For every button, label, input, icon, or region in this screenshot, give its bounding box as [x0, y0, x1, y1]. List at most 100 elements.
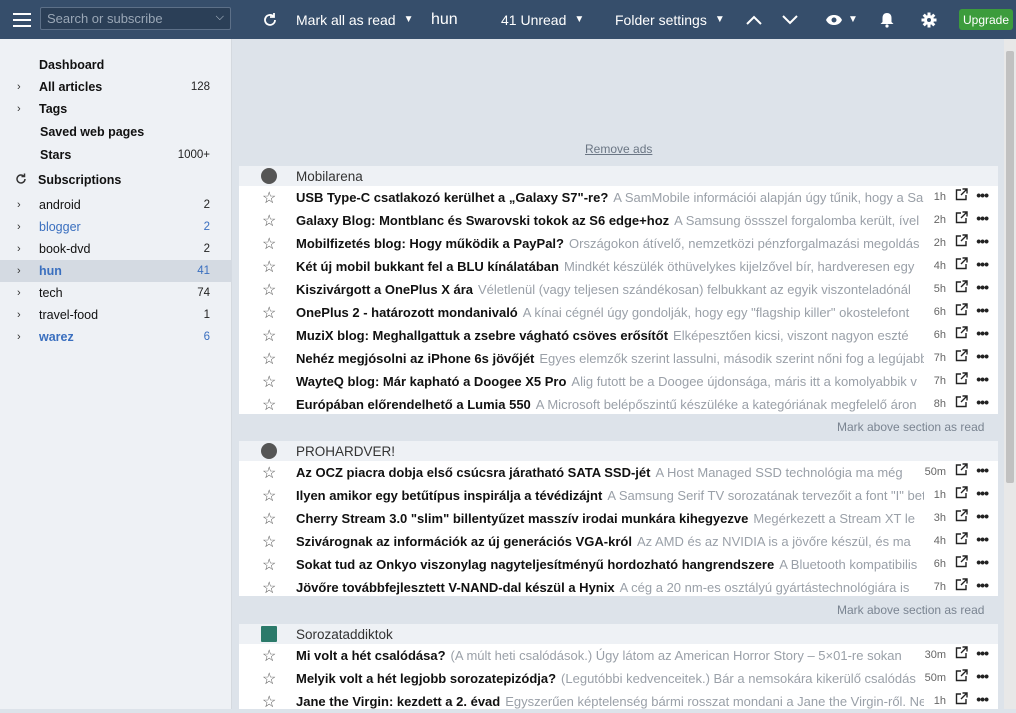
more-options-icon[interactable]: ••• [976, 691, 989, 707]
more-options-icon[interactable]: ••• [976, 394, 989, 410]
more-options-icon[interactable]: ••• [976, 508, 989, 524]
article-row[interactable]: ☆ Mobilfizetés blog: Hogy működik a PayPa… [239, 232, 998, 255]
external-link-icon[interactable] [955, 234, 968, 250]
sidebar-subscriptions-header[interactable]: Subscriptions [0, 169, 232, 191]
mark-section-read-link[interactable]: Mark above section as read [837, 420, 984, 434]
star-icon[interactable]: ☆ [262, 372, 276, 392]
external-link-icon[interactable] [955, 669, 968, 685]
sidebar-item-saved-web-pages[interactable]: Saved web pages [0, 121, 232, 143]
chevron-right-icon[interactable]: › [17, 331, 27, 343]
external-link-icon[interactable] [955, 509, 968, 525]
feed-section-header[interactable]: PROHARDVER! [239, 441, 998, 461]
more-options-icon[interactable]: ••• [976, 485, 989, 501]
chevron-up-icon[interactable] [746, 0, 762, 39]
more-options-icon[interactable]: ••• [976, 577, 989, 593]
chevron-right-icon[interactable]: › [17, 221, 27, 233]
external-link-icon[interactable] [955, 188, 968, 204]
bell-icon[interactable] [880, 0, 894, 39]
star-icon[interactable]: ☆ [262, 463, 276, 483]
chevron-right-icon[interactable]: › [17, 103, 27, 115]
article-row[interactable]: ☆ Európában előrendelhető a Lumia 550 A Mi… [239, 393, 998, 416]
article-row[interactable]: ☆ Jane the Virgin: kezdett a 2. évad Egysz… [239, 690, 998, 713]
article-row[interactable]: ☆ WayteQ blog: Már kapható a Doogee X5 Pr… [239, 370, 998, 393]
chevron-right-icon[interactable]: › [17, 265, 27, 277]
refresh-icon[interactable] [15, 173, 26, 188]
more-options-icon[interactable]: ••• [976, 554, 989, 570]
remove-ads-link[interactable]: Remove ads [585, 142, 652, 156]
more-options-icon[interactable]: ••• [976, 462, 989, 478]
external-link-icon[interactable] [955, 646, 968, 662]
view-mode-button[interactable]: ▼ [825, 0, 858, 39]
more-options-icon[interactable]: ••• [976, 371, 989, 387]
chevron-right-icon[interactable]: › [17, 199, 27, 211]
external-link-icon[interactable] [955, 395, 968, 411]
external-link-icon[interactable] [955, 349, 968, 365]
star-icon[interactable]: ☆ [262, 349, 276, 369]
external-link-icon[interactable] [955, 257, 968, 273]
sidebar-item-travel-food[interactable]: › travel-food 1 [0, 304, 232, 326]
sidebar-item-all-articles[interactable]: › All articles 128 [0, 76, 232, 98]
article-row[interactable]: ☆ Galaxy Blog: Montblanc és Swarovski tok… [239, 209, 998, 232]
scrollbar[interactable] [1004, 39, 1016, 709]
sidebar-item-tech[interactable]: › tech 74 [0, 282, 232, 304]
more-options-icon[interactable]: ••• [976, 302, 989, 318]
star-icon[interactable]: ☆ [262, 211, 276, 231]
article-row[interactable]: ☆ Jövőre továbbfejlesztett V-NAND-dal kés… [239, 576, 998, 599]
external-link-icon[interactable] [955, 372, 968, 388]
more-options-icon[interactable]: ••• [976, 279, 989, 295]
more-options-icon[interactable]: ••• [976, 325, 989, 341]
external-link-icon[interactable] [955, 555, 968, 571]
sidebar-item-warez[interactable]: › warez 6 [0, 326, 232, 348]
star-icon[interactable]: ☆ [262, 303, 276, 323]
unread-filter-button[interactable]: 41 Unread ▼ [501, 0, 584, 39]
chevron-right-icon[interactable]: › [17, 81, 27, 93]
refresh-icon[interactable] [262, 0, 278, 39]
sidebar-item-hun[interactable]: › hun 41 [0, 260, 232, 282]
star-icon[interactable]: ☆ [262, 669, 276, 689]
upgrade-button[interactable]: Upgrade [959, 9, 1013, 30]
article-row[interactable]: ☆ MuziX blog: Meghallgattuk a zsebre vágh… [239, 324, 998, 347]
scrollbar-thumb[interactable] [1006, 51, 1014, 483]
star-icon[interactable]: ☆ [262, 509, 276, 529]
article-row[interactable]: ☆ Nehéz megjósolni az iPhone 6s jövőjét Eg… [239, 347, 998, 370]
more-options-icon[interactable]: ••• [976, 348, 989, 364]
search-input[interactable] [41, 8, 211, 29]
star-icon[interactable]: ☆ [262, 395, 276, 415]
sidebar-item-dashboard[interactable]: Dashboard [0, 54, 232, 76]
sidebar-item-tags[interactable]: › Tags [0, 98, 232, 120]
mark-section-read-link[interactable]: Mark above section as read [837, 603, 984, 617]
article-row[interactable]: ☆ Az OCZ piacra dobja első csúcsra járath… [239, 461, 998, 484]
article-row[interactable]: ☆ USB Type-C csatlakozó kerülhet a „Galax… [239, 186, 998, 209]
star-icon[interactable]: ☆ [262, 578, 276, 598]
sidebar-item-stars[interactable]: Stars 1000+ [0, 144, 232, 166]
more-options-icon[interactable]: ••• [976, 256, 989, 272]
article-row[interactable]: ☆ Sokat tud az Onkyo viszonylag nagytelje… [239, 553, 998, 576]
mark-all-read-button[interactable]: Mark all as read ▼ [296, 0, 414, 39]
chevron-right-icon[interactable]: › [17, 309, 27, 321]
article-row[interactable]: ☆ Melyik volt a hét legjobb sorozatepizód… [239, 667, 998, 690]
chevron-right-icon[interactable]: › [17, 287, 27, 299]
more-options-icon[interactable]: ••• [976, 210, 989, 226]
article-row[interactable]: ☆ Mi volt a hét csalódása? (A múlt heti cs… [239, 644, 998, 667]
sidebar-item-android[interactable]: › android 2 [0, 194, 232, 216]
more-options-icon[interactable]: ••• [976, 187, 989, 203]
external-link-icon[interactable] [955, 532, 968, 548]
external-link-icon[interactable] [955, 463, 968, 479]
sidebar-item-blogger[interactable]: › blogger 2 [0, 216, 232, 238]
star-icon[interactable]: ☆ [262, 692, 276, 712]
star-icon[interactable]: ☆ [262, 188, 276, 208]
feed-section-header[interactable]: Mobilarena [239, 166, 998, 186]
chevron-down-icon[interactable]: ⌵ [216, 11, 224, 24]
more-options-icon[interactable]: ••• [976, 233, 989, 249]
article-row[interactable]: ☆ Ilyen amikor egy betűtípus inspirálja a… [239, 484, 998, 507]
folder-settings-button[interactable]: Folder settings ▼ [615, 0, 725, 39]
more-options-icon[interactable]: ••• [976, 531, 989, 547]
star-icon[interactable]: ☆ [262, 326, 276, 346]
external-link-icon[interactable] [955, 486, 968, 502]
star-icon[interactable]: ☆ [262, 555, 276, 575]
gear-icon[interactable] [921, 0, 937, 39]
article-row[interactable]: ☆ Két új mobil bukkant fel a BLU kínálatá… [239, 255, 998, 278]
article-row[interactable]: ☆ Kiszivárgott a OnePlus X ára Véletlenül … [239, 278, 998, 301]
more-options-icon[interactable]: ••• [976, 668, 989, 684]
star-icon[interactable]: ☆ [262, 280, 276, 300]
